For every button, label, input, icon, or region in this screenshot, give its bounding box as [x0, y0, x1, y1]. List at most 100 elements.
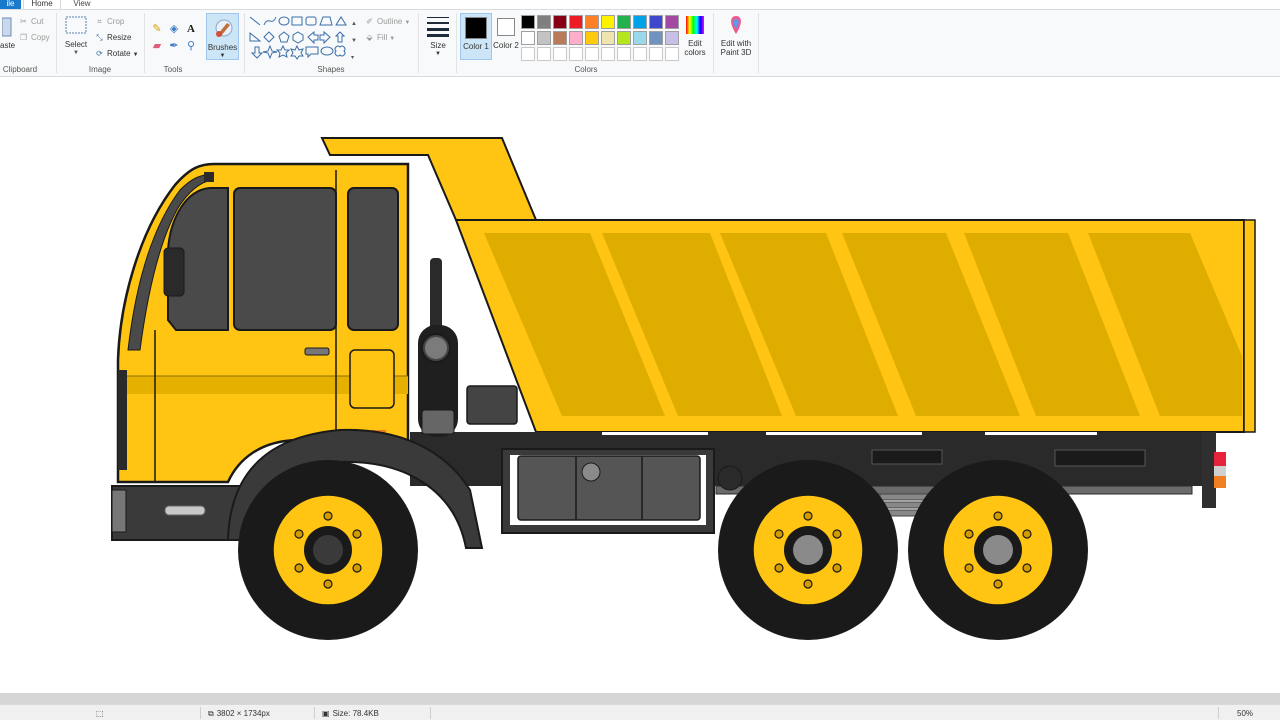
palette-swatch[interactable] — [537, 31, 551, 45]
palette-swatch[interactable] — [649, 15, 663, 29]
eraser-icon[interactable]: ▰ — [150, 39, 164, 53]
pencil-icon[interactable]: ✎ — [150, 22, 164, 36]
palette-swatch-empty[interactable] — [569, 47, 583, 61]
color-spectrum-icon — [686, 16, 704, 34]
image-dimensions-icon: ⧉ — [208, 709, 214, 718]
group-divider — [418, 13, 419, 73]
palette-swatch-empty[interactable] — [521, 47, 535, 61]
tab-home[interactable]: Home — [23, 0, 61, 9]
brushes-label: Brushes — [207, 43, 238, 52]
fill-button[interactable]: ⬙ Fill ▼ — [364, 31, 395, 45]
select-label: Select — [64, 40, 88, 49]
palette-swatch[interactable] — [585, 15, 599, 29]
paste-button[interactable]: aste — [0, 16, 15, 50]
color2-label: Color 2 — [493, 41, 519, 50]
disk-icon: ▣ — [322, 709, 330, 718]
clipboard-group-label: Clipboard — [2, 65, 38, 74]
cut-button[interactable]: ✂ Cut — [18, 15, 43, 29]
palette-swatch[interactable] — [665, 15, 679, 29]
horizontal-scrollbar[interactable] — [0, 693, 1280, 704]
dimensions-text: 3802 × 1734px — [216, 709, 270, 718]
edit-colors-label: Edit colors — [684, 39, 706, 57]
palette-swatch-empty[interactable] — [649, 47, 663, 61]
palette-swatch-empty[interactable] — [537, 47, 551, 61]
color1-label: Color 1 — [463, 42, 489, 51]
tab-view[interactable]: View — [62, 0, 102, 9]
brushes-button[interactable]: Brushes ▼ — [206, 13, 239, 60]
palette-swatch-empty[interactable] — [665, 47, 679, 61]
palette-swatch[interactable] — [617, 15, 631, 29]
palette-swatch[interactable] — [585, 31, 599, 45]
paste-icon — [1, 17, 11, 37]
color-picker-icon[interactable]: ✒ — [167, 39, 181, 53]
palette-swatch[interactable] — [601, 15, 615, 29]
resize-button[interactable]: ⤡ Resize — [94, 31, 131, 45]
outline-button[interactable]: ✐ Outline ▼ — [364, 15, 410, 29]
shapes-gallery[interactable]: ▲ ▼ ▾ — [248, 15, 356, 61]
crop-icon: ⌗ — [97, 17, 102, 26]
chevron-down-icon: ▼ — [435, 51, 441, 57]
chevron-down-icon: ▼ — [132, 52, 139, 58]
palette-swatch[interactable] — [569, 15, 583, 29]
text-tool-icon[interactable]: A — [184, 22, 198, 36]
chevron-down-icon: ▼ — [404, 20, 411, 26]
rotate-label: Rotate — [107, 49, 131, 58]
palette-swatch[interactable] — [521, 15, 535, 29]
palette-swatch-empty[interactable] — [585, 47, 599, 61]
fill-bucket-icon: ⬙ — [366, 33, 373, 42]
shapes-group-label: Shapes — [317, 65, 345, 74]
palette-swatch[interactable] — [537, 15, 551, 29]
wheel-front — [238, 460, 418, 640]
outline-pen-icon: ✐ — [366, 17, 373, 26]
group-divider — [56, 13, 57, 73]
color2-swatch — [497, 18, 515, 36]
magnifier-icon[interactable]: ⚲ — [184, 39, 198, 53]
palette-swatch[interactable] — [633, 31, 647, 45]
color1-button[interactable]: Color 1 — [460, 13, 492, 60]
palette-swatch[interactable] — [553, 31, 567, 45]
palette-swatch[interactable] — [617, 31, 631, 45]
brush-icon — [215, 19, 232, 37]
canvas-dimensions: ⧉ 3802 × 1734px — [208, 708, 270, 720]
palette-swatch-empty[interactable] — [633, 47, 647, 61]
edit-paint3d-label: Edit with Paint 3D — [720, 39, 752, 57]
tab-file[interactable]: ile — [0, 0, 21, 9]
color2-button[interactable]: Color 2 — [492, 13, 520, 60]
crop-button[interactable]: ⌗ Crop — [94, 15, 124, 29]
status-divider — [430, 707, 431, 719]
tools-group-label: Tools — [163, 65, 183, 74]
fill-bucket-icon[interactable]: ◈ — [167, 22, 181, 36]
wheel-rear-1 — [718, 460, 898, 640]
group-divider — [144, 13, 145, 73]
status-divider — [1218, 707, 1219, 719]
zoom-level[interactable]: 50% — [1237, 708, 1253, 720]
palette-swatch-empty[interactable] — [601, 47, 615, 61]
rotate-icon: ⟳ — [96, 49, 103, 58]
canvas-drawing[interactable] — [0, 77, 1280, 693]
rotate-button[interactable]: ⟳ Rotate ▼ — [94, 47, 139, 61]
palette-swatch-empty[interactable] — [617, 47, 631, 61]
group-divider — [456, 13, 457, 73]
palette-swatch[interactable] — [601, 31, 615, 45]
size-button[interactable]: Size ▼ — [422, 15, 454, 59]
edit-colors-button[interactable]: Edit colors — [680, 15, 710, 57]
palette-swatch[interactable] — [649, 31, 663, 45]
canvas-workspace[interactable] — [0, 77, 1280, 693]
group-divider — [713, 13, 714, 73]
palette-swatch[interactable] — [521, 31, 535, 45]
palette-swatch[interactable] — [633, 15, 647, 29]
select-button[interactable]: Select ▼ — [62, 16, 90, 58]
palette-swatch[interactable] — [553, 15, 567, 29]
wheel-rear-2 — [908, 460, 1088, 640]
palette-swatch[interactable] — [569, 31, 583, 45]
chevron-down-icon: ▼ — [389, 36, 396, 42]
palette-swatch[interactable] — [665, 31, 679, 45]
group-divider — [244, 13, 245, 73]
palette-swatch-empty[interactable] — [553, 47, 567, 61]
edit-with-paint3d-button[interactable]: Edit with Paint 3D — [716, 15, 756, 57]
selection-size-icon: ⬚ — [96, 709, 104, 718]
copy-button[interactable]: ❐ Copy — [18, 31, 50, 45]
svg-text:▲: ▲ — [351, 21, 356, 27]
resize-label: Resize — [107, 33, 132, 42]
resize-icon: ⤡ — [96, 33, 103, 42]
